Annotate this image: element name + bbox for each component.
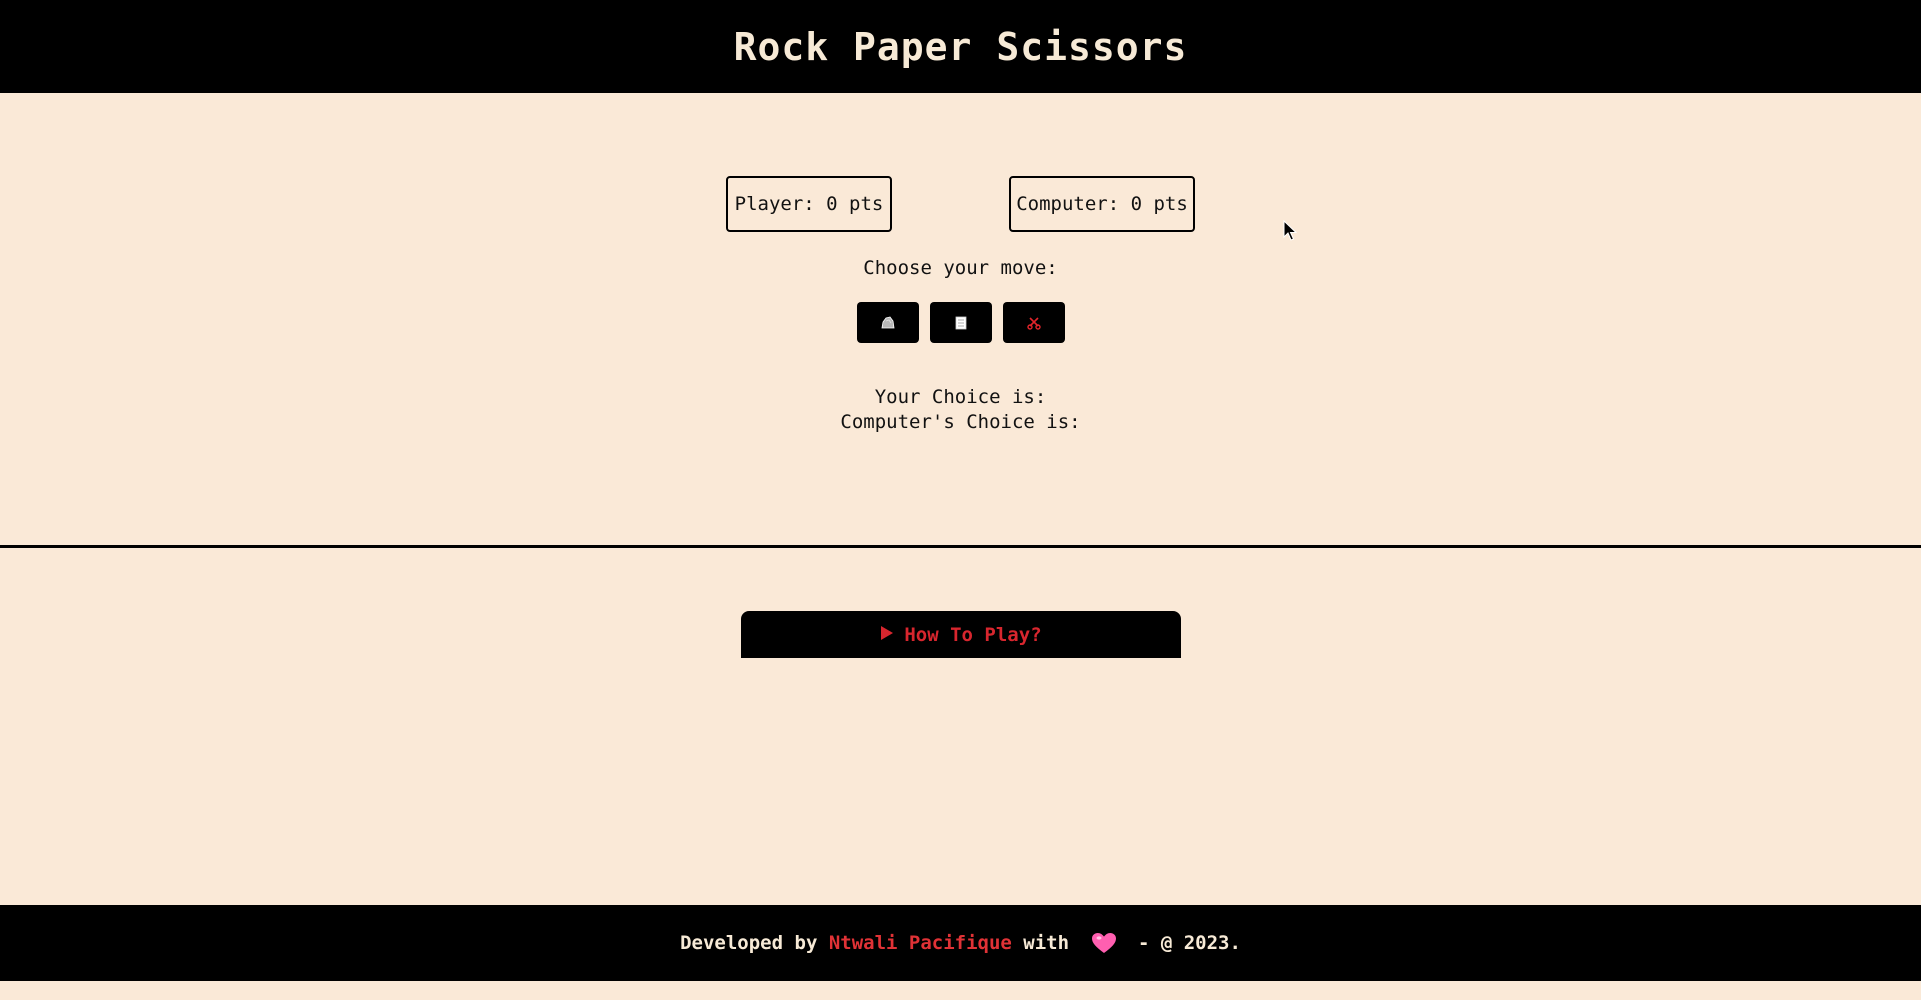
footer-prefix: Developed by <box>680 932 829 954</box>
your-choice-label: Your Choice is: <box>874 386 1047 408</box>
scissors-icon <box>1026 315 1042 331</box>
computer-choice-label: Computer's Choice is: <box>840 411 1081 433</box>
footer-bar: Developed by Ntwali Pacifique with - @ 2… <box>0 905 1921 981</box>
heart-icon <box>1091 932 1117 954</box>
rock-icon <box>880 315 896 331</box>
move-buttons <box>857 302 1065 343</box>
how-to-play-toggle[interactable]: How To Play? <box>741 611 1181 658</box>
section-divider <box>0 545 1921 548</box>
page-title: Rock Paper Scissors <box>733 24 1188 69</box>
choose-move-label: Choose your move: <box>863 257 1058 279</box>
rock-button[interactable] <box>857 302 919 343</box>
header-bar: Rock Paper Scissors <box>0 0 1921 93</box>
computer-score: Computer: 0 pts <box>1009 176 1195 232</box>
scissors-button[interactable] <box>1003 302 1065 343</box>
paper-icon <box>953 315 969 331</box>
play-triangle-icon <box>880 624 894 646</box>
choices-panel: Your Choice is: Computer's Choice is: <box>0 385 1921 435</box>
player-score: Player: 0 pts <box>726 176 892 232</box>
paper-button[interactable] <box>930 302 992 343</box>
author-link[interactable]: Ntwali Pacifique <box>829 932 1012 954</box>
how-to-play-label: How To Play? <box>904 623 1042 646</box>
mouse-cursor-icon <box>1283 219 1298 246</box>
footer-middle: with <box>1011 932 1081 954</box>
footer-suffix: - @ 2023. <box>1126 932 1241 954</box>
